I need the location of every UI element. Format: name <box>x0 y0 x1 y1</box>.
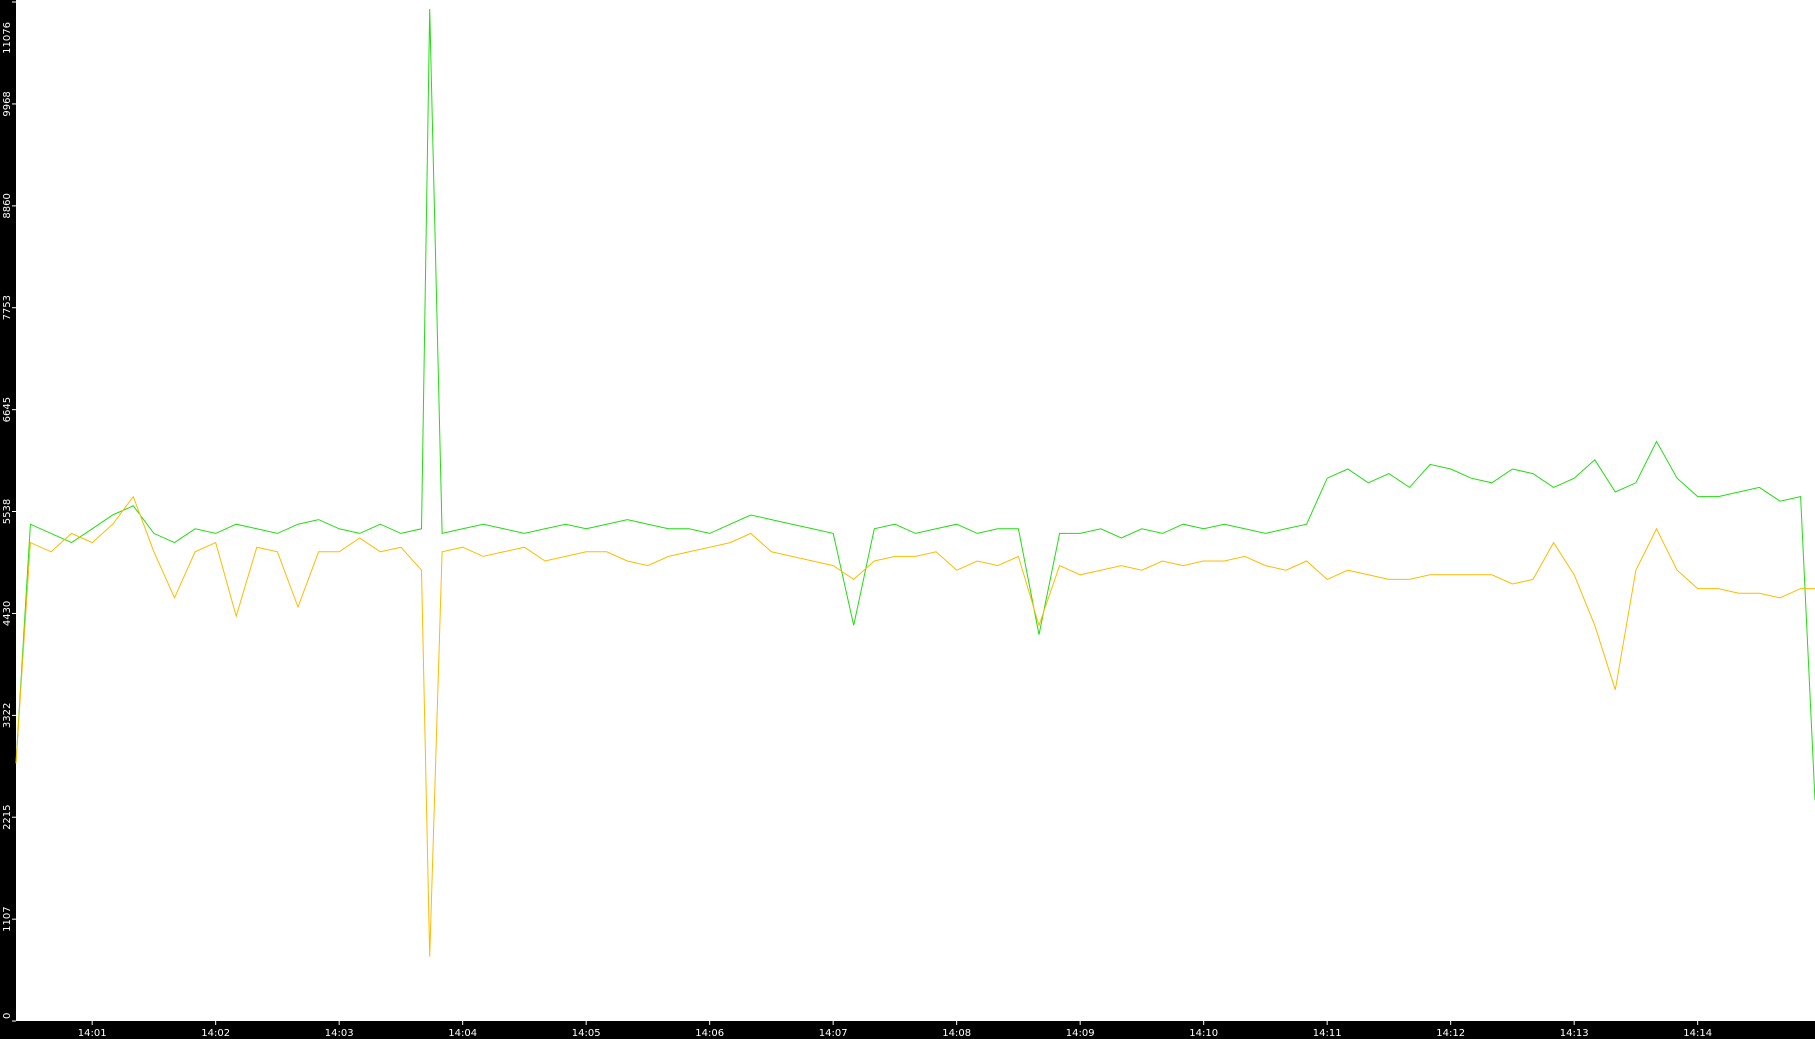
x-tick-label: 14:02 <box>201 1028 230 1039</box>
y-tick-label: 0 <box>2 1013 13 1019</box>
x-tick-label: 14:14 <box>1683 1028 1712 1039</box>
y-tick-label: 4430 <box>2 601 13 626</box>
x-tick-label: 14:07 <box>819 1028 848 1039</box>
chart-canvas: 0 1107 2215 3322 4430 5538 6645 7753 8860 9968 110… <box>0 0 1815 1039</box>
chart-background <box>0 0 1815 1039</box>
x-tick-label: 14:03 <box>325 1028 354 1039</box>
x-axis-band <box>0 1021 1815 1039</box>
x-tick-label: 14:12 <box>1436 1028 1465 1039</box>
y-tick-label: 2215 <box>2 804 13 829</box>
x-tick-label: 14:05 <box>572 1028 601 1039</box>
x-tick-label: 14:04 <box>448 1028 477 1039</box>
y-tick-label: 1107 <box>2 906 13 931</box>
y-tick-label: 6645 <box>2 397 13 422</box>
y-tick-label: 3322 <box>2 703 13 728</box>
x-tick-label: 14:10 <box>1189 1028 1218 1039</box>
y-tick-label: 7753 <box>2 295 13 320</box>
y-tick-label: 11076 <box>2 22 13 54</box>
line-chart: 0 1107 2215 3322 4430 5538 6645 7753 8860 9968 110… <box>0 0 1815 1039</box>
y-tick-label: 9968 <box>2 91 13 116</box>
y-tick-label: 8860 <box>2 193 13 218</box>
x-tick-label: 14:09 <box>1066 1028 1095 1039</box>
x-tick-label: 14:01 <box>78 1028 107 1039</box>
x-tick-label: 14:11 <box>1313 1028 1342 1039</box>
x-tick-label: 14:13 <box>1560 1028 1589 1039</box>
y-tick-label: 5538 <box>2 499 13 524</box>
x-tick-label: 14:06 <box>695 1028 724 1039</box>
x-tick-label: 14:08 <box>942 1028 971 1039</box>
